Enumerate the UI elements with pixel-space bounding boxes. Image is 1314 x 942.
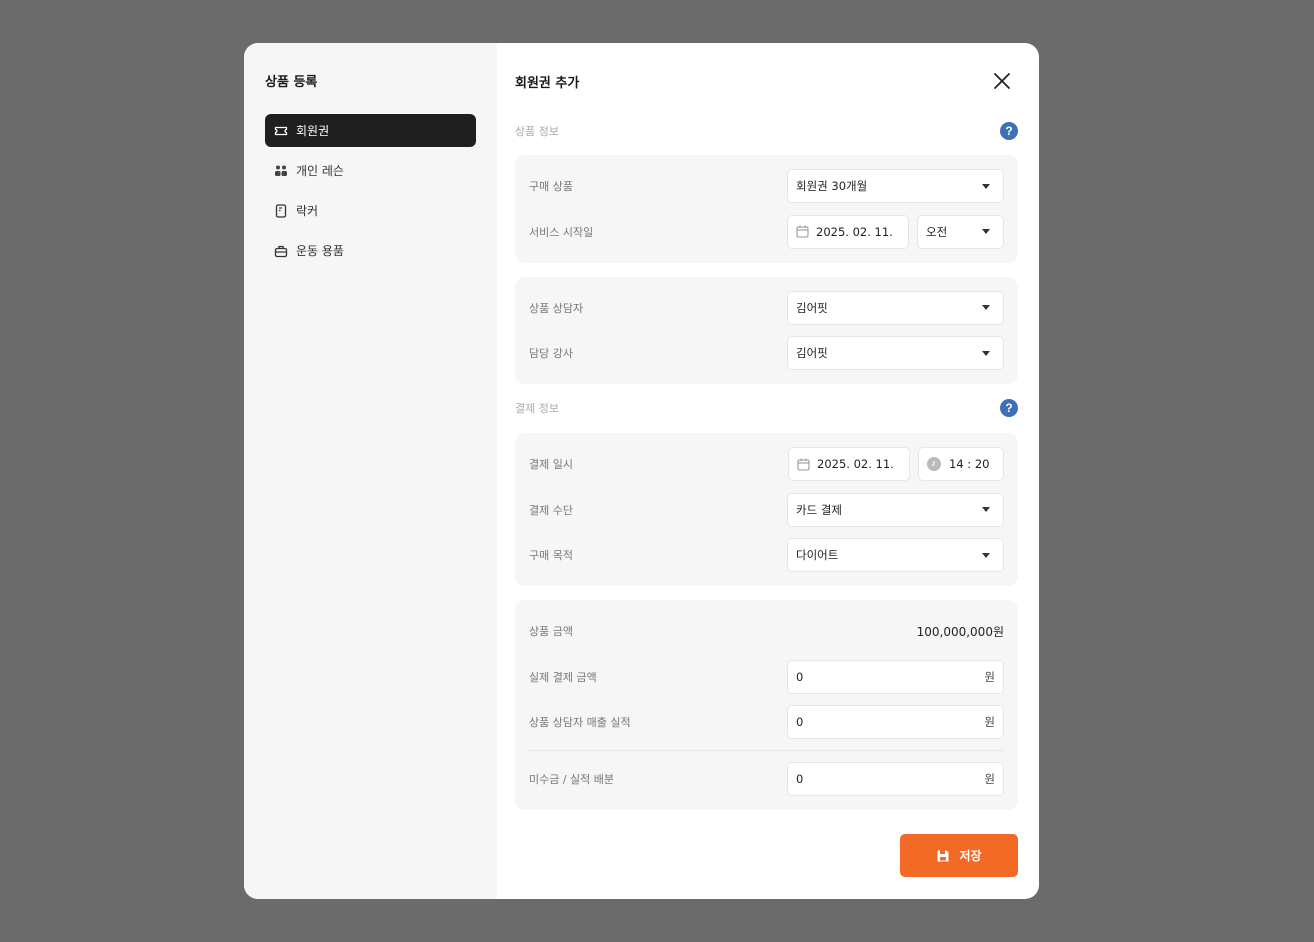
select-value: 김어핏 <box>796 300 828 315</box>
consultant-sales-field: 원 <box>787 705 1004 739</box>
row-label: 결제 일시 <box>529 458 573 471</box>
payment-method-row: 결제 수단 카드 결제 <box>529 492 1004 527</box>
sidebar-item-label: 개인 레슨 <box>296 164 344 178</box>
close-button[interactable] <box>991 70 1013 92</box>
row-label: 실제 결제 금액 <box>529 670 597 684</box>
sidebar-item-sports-goods[interactable]: 운동 용품 <box>265 234 476 267</box>
chevron-down-icon <box>982 350 990 356</box>
chevron-down-icon <box>982 305 990 310</box>
select-value: 다이어트 <box>796 548 839 562</box>
section-label: 상품 정보 <box>515 125 559 138</box>
help-icon[interactable]: ? <box>1000 122 1018 140</box>
sidebar-item-label: 락커 <box>296 204 319 218</box>
payment-date-input[interactable]: 2025. 02. 11. <box>788 447 910 481</box>
payment-card: 결제 일시 2025. 02. 11. 14 : 20 결제 수단 카드 결제 … <box>515 433 1018 586</box>
payment-info-header: 결제 정보 ? <box>515 396 1018 420</box>
help-icon[interactable]: ? <box>1000 399 1018 417</box>
payment-method-select[interactable]: 카드 결제 <box>787 492 1004 527</box>
outstanding-row: 미수금 / 실적 배분 원 <box>529 762 1004 796</box>
sidebar-item-label: 운동 용품 <box>296 244 344 258</box>
purchase-product-row: 구매 상품 회원권 30개월 <box>529 169 1004 203</box>
consultant-row: 상품 상담자 김어핏 <box>529 290 1004 325</box>
purchase-purpose-row: 구매 목적 다이어트 <box>529 538 1004 572</box>
close-icon <box>994 73 1010 89</box>
date-value: 2025. 02. 11. <box>817 457 894 471</box>
calendar-icon <box>796 225 809 238</box>
calendar-icon <box>797 458 810 471</box>
product-amount-value: 100,000,000원 <box>916 624 1004 639</box>
divider <box>529 750 1004 751</box>
consultant-sales-row: 상품 상담자 매출 실적 원 <box>529 705 1004 739</box>
page-title: 회원권 추가 <box>515 75 580 91</box>
product-card: 구매 상품 회원권 30개월 서비스 시작일 2025. 02. 11. 오전 <box>515 155 1018 263</box>
payment-datetime-group: 2025. 02. 11. 14 : 20 <box>788 447 1004 481</box>
row-label: 결제 수단 <box>529 503 573 517</box>
product-registration-modal: 상품 등록 회원권 개인 레슨 락커 운동 용품 회원권 추가 상품 정보 ? … <box>244 43 1039 899</box>
currency-unit: 원 <box>984 772 995 786</box>
payment-datetime-row: 결제 일시 2025. 02. 11. 14 : 20 <box>529 447 1004 481</box>
product-info-header: 상품 정보 ? <box>515 119 1018 143</box>
save-label: 저장 <box>959 849 982 863</box>
row-label: 구매 상품 <box>529 180 573 193</box>
row-label: 상품 상담자 <box>529 301 584 315</box>
staff-card: 상품 상담자 김어핏 담당 강사 김어핏 <box>515 276 1018 384</box>
sidebar-item-label: 회원권 <box>296 124 330 138</box>
select-value: 오전 <box>926 224 948 239</box>
sidebar-item-personal-lesson[interactable]: 개인 레슨 <box>265 154 476 187</box>
section-label: 결제 정보 <box>515 402 559 415</box>
time-value: 14 : 20 <box>949 457 990 471</box>
row-label: 상품 금액 <box>529 625 573 638</box>
chevron-down-icon <box>982 229 990 234</box>
consultant-select[interactable]: 김어핏 <box>787 290 1004 325</box>
sidebar-nav: 회원권 개인 레슨 락커 운동 용품 <box>265 114 476 267</box>
sidebar-item-locker[interactable]: 락커 <box>265 194 476 227</box>
sidebar-item-membership[interactable]: 회원권 <box>265 114 476 147</box>
save-icon <box>936 849 950 863</box>
row-label: 구매 목적 <box>529 549 573 562</box>
select-value: 카드 결제 <box>796 502 842 517</box>
instructor-row: 담당 강사 김어핏 <box>529 336 1004 370</box>
locker-icon <box>274 203 288 218</box>
currency-unit: 원 <box>984 669 995 684</box>
purchase-purpose-select[interactable]: 다이어트 <box>787 538 1004 572</box>
main-panel: 회원권 추가 상품 정보 ? 구매 상품 회원권 30개월 서비스 시작일 20… <box>497 43 1039 899</box>
people-icon <box>274 164 288 178</box>
currency-unit: 원 <box>984 715 995 729</box>
date-value: 2025. 02. 11. <box>816 224 893 239</box>
header: 회원권 추가 <box>515 43 1018 121</box>
instructor-select[interactable]: 김어핏 <box>787 336 1004 370</box>
service-start-group: 2025. 02. 11. 오전 <box>787 214 1004 249</box>
select-value: 김어핏 <box>796 346 828 360</box>
row-label: 상품 상담자 매출 실적 <box>529 716 631 729</box>
actual-payment-row: 실제 결제 금액 원 <box>529 659 1004 694</box>
payment-time-input[interactable]: 14 : 20 <box>918 447 1004 481</box>
actual-payment-field: 원 <box>787 659 1004 694</box>
service-start-row: 서비스 시작일 2025. 02. 11. 오전 <box>529 214 1004 249</box>
row-label: 미수금 / 실적 배분 <box>529 773 615 786</box>
service-start-date-input[interactable]: 2025. 02. 11. <box>787 214 909 249</box>
consultant-sales-input[interactable] <box>796 715 946 729</box>
outstanding-field: 원 <box>787 762 1004 796</box>
sidebar: 상품 등록 회원권 개인 레슨 락커 운동 용품 <box>244 43 497 899</box>
save-button[interactable]: 저장 <box>900 834 1018 877</box>
select-value: 회원권 30개월 <box>796 179 868 193</box>
actual-payment-input[interactable] <box>796 669 946 684</box>
outstanding-input[interactable] <box>796 772 946 786</box>
bag-icon <box>274 244 288 258</box>
chevron-down-icon <box>982 507 990 512</box>
ticket-icon <box>274 124 288 138</box>
purchase-product-select[interactable]: 회원권 30개월 <box>787 169 1004 203</box>
ampm-select[interactable]: 오전 <box>917 214 1004 249</box>
row-label: 서비스 시작일 <box>529 225 594 239</box>
product-amount-row: 상품 금액 100,000,000원 <box>529 614 1004 648</box>
sidebar-title: 상품 등록 <box>265 75 318 90</box>
row-label: 담당 강사 <box>529 347 573 360</box>
clock-icon <box>927 457 941 471</box>
chevron-down-icon <box>982 183 990 189</box>
amount-card: 상품 금액 100,000,000원 실제 결제 금액 원 상품 상담자 매출 … <box>515 600 1018 810</box>
chevron-down-icon <box>982 552 990 558</box>
